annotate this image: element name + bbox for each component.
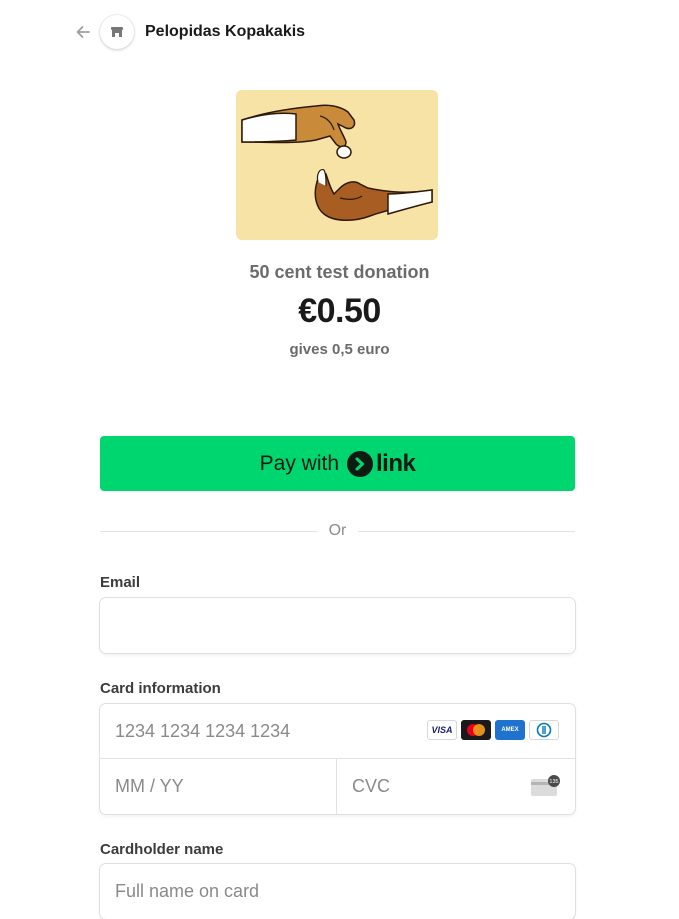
card-info-group: VISA AMEX 135 bbox=[100, 704, 575, 814]
divider-line bbox=[358, 530, 575, 532]
or-divider: Or bbox=[100, 520, 575, 542]
product-description: gives 0,5 euro bbox=[289, 341, 390, 358]
email-field[interactable] bbox=[100, 598, 575, 653]
divider-line bbox=[100, 530, 317, 532]
arrow-left-icon bbox=[76, 26, 90, 38]
card-number-row: VISA AMEX bbox=[100, 704, 575, 759]
email-label: Email bbox=[100, 574, 141, 591]
mastercard-icon bbox=[461, 720, 491, 740]
diners-icon bbox=[529, 720, 559, 740]
cardholder-label: Cardholder name bbox=[100, 841, 224, 858]
product-image bbox=[236, 90, 438, 240]
card-number-input[interactable] bbox=[100, 704, 410, 758]
hands-giving-coin-illustration bbox=[241, 104, 433, 221]
back-button[interactable] bbox=[72, 21, 94, 43]
email-field-wrapper bbox=[100, 598, 575, 653]
cvc-cell: 135 bbox=[337, 759, 575, 814]
merchant-avatar bbox=[100, 15, 134, 49]
cvc-input[interactable] bbox=[337, 759, 517, 814]
cvc-card-icon: 135 bbox=[531, 775, 560, 796]
link-wordmark: link bbox=[376, 449, 416, 477]
expiry-cell bbox=[100, 759, 337, 814]
merchant-name: Pelopidas Kopakakis bbox=[145, 23, 306, 40]
expiry-input[interactable] bbox=[100, 759, 336, 814]
card-info-label: Card information bbox=[100, 680, 221, 697]
link-logo: link bbox=[347, 449, 416, 478]
card-brands: VISA AMEX bbox=[427, 720, 559, 740]
visa-icon: VISA bbox=[427, 720, 457, 740]
pay-with-link-button[interactable]: Pay with link bbox=[100, 436, 575, 491]
store-icon bbox=[111, 27, 123, 37]
chevron-right-icon bbox=[347, 450, 374, 477]
checkout-header: Pelopidas Kopakakis bbox=[72, 14, 305, 50]
price: €0.50 bbox=[298, 292, 381, 330]
cvc-icon-text: 135 bbox=[549, 779, 558, 785]
product-name: 50 cent test donation bbox=[249, 262, 430, 282]
divider-label: Or bbox=[328, 522, 347, 539]
pay-with-label: Pay with bbox=[259, 451, 340, 475]
amex-icon: AMEX bbox=[495, 720, 525, 740]
cardholder-field-wrapper bbox=[100, 864, 575, 919]
cardholder-name-input[interactable] bbox=[100, 864, 575, 919]
